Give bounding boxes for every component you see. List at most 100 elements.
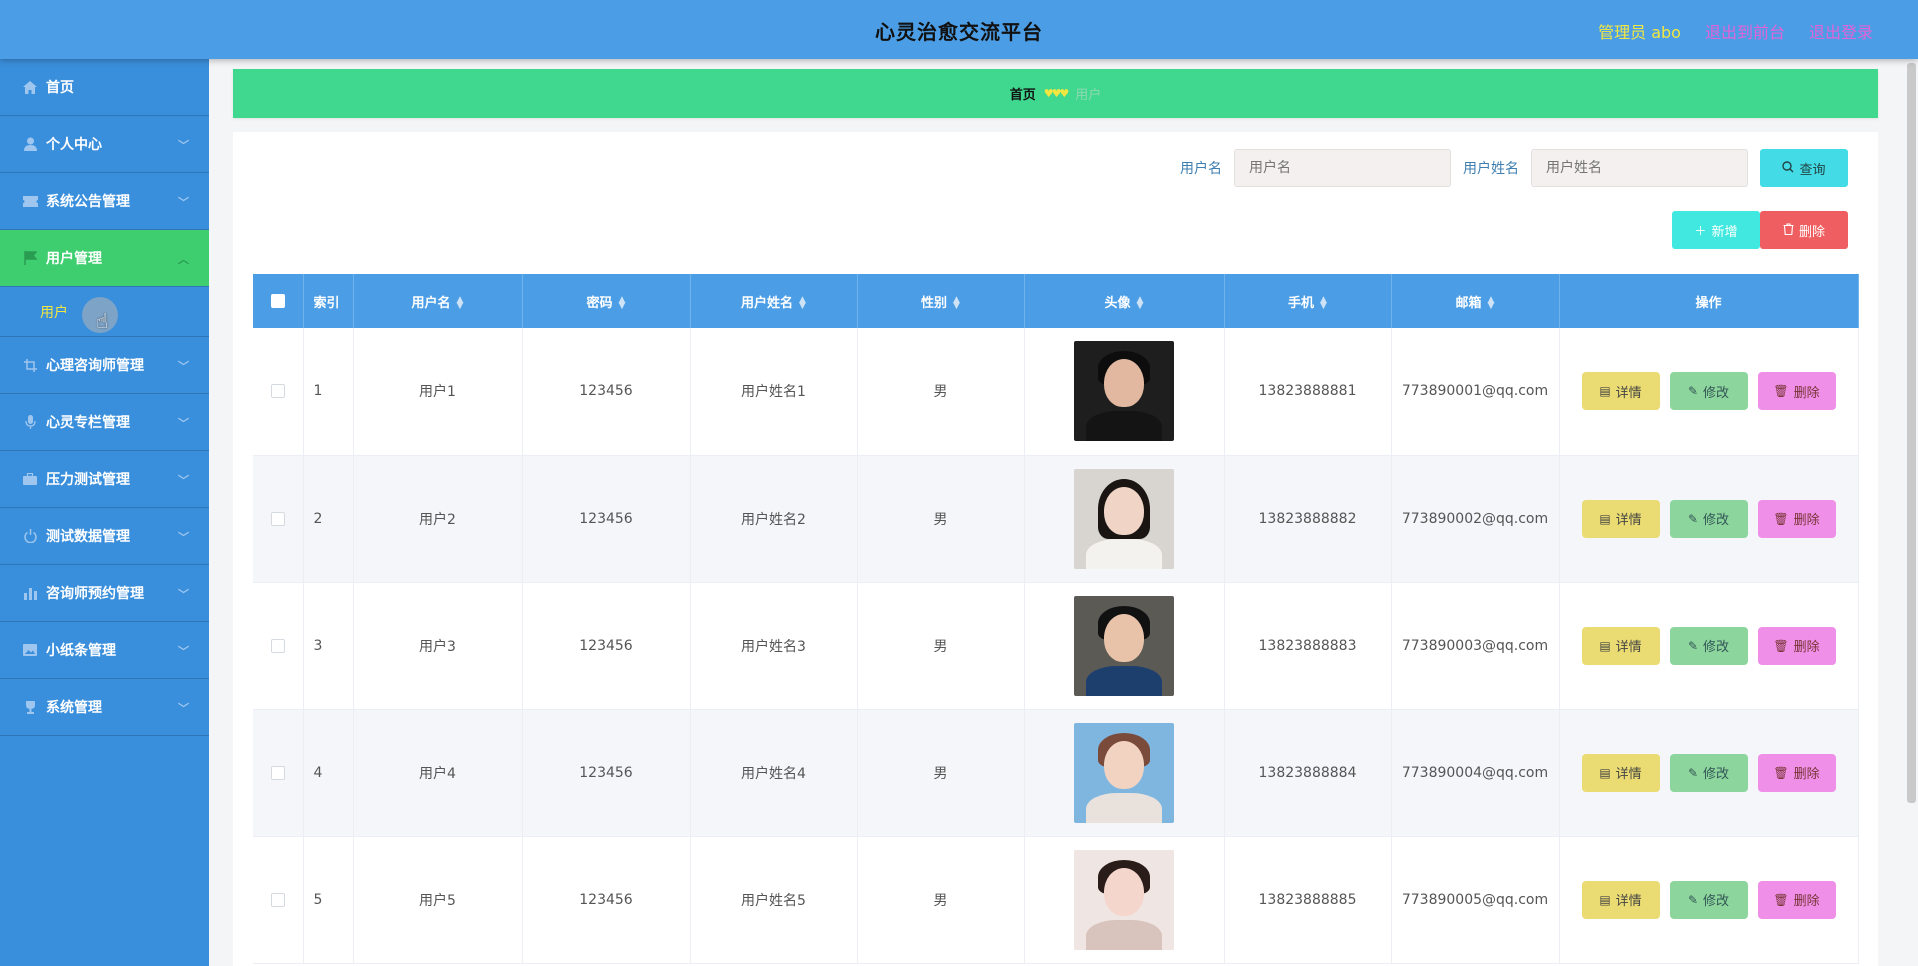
sort-icon[interactable]: ▲ ▼ [1137,296,1144,311]
toolbar: ＋ 新增 删除 [1672,211,1848,249]
sidebar-item-column[interactable]: 心灵专栏管理 ﹀ [0,394,209,451]
pencil-icon: ✎ [1687,638,1699,653]
column-header-email[interactable]: 邮箱 ▲ ▼ [1391,274,1560,328]
remove-button[interactable]: 🗑 删除 [1757,626,1836,665]
trash-icon: 🗑 [1773,765,1789,780]
sidebar-item-notice[interactable]: 系统公告管理 ﹀ [0,173,209,230]
cell-password: 123456 [522,582,691,710]
row-select-cell [253,709,304,837]
avatar-image[interactable] [1074,468,1174,569]
cell-name: 用户姓名4 [690,709,858,837]
edit-button-label: 修改 [1703,894,1730,909]
column-header-password[interactable]: 密码 ▲ ▼ [522,274,691,328]
sidebar-item-counselor[interactable]: 心理咨询师管理 ﹀ [0,337,209,394]
sidebar-item-profile[interactable]: 个人中心 ﹀ [0,116,209,173]
search-form: 用户名 用户姓名 查询 [1180,149,1848,187]
cell-email: 773890003@qq.com [1391,582,1560,710]
cell-email: 773890005@qq.com [1391,836,1560,964]
avatar-image[interactable] [1074,722,1174,823]
flag-icon [22,250,38,266]
detail-button[interactable]: ▤ 详情 [1581,880,1660,919]
trash-icon: 🗑 [1773,384,1789,399]
row-checkbox[interactable] [270,638,285,653]
avatar-image[interactable] [1074,849,1174,950]
table-header-row: 索引 用户名 ▲ ▼ 密码 ▲ ▼ 用户姓名 ▲ ▼ 性别 ▲ ▼ 头像 ▲ ▼ 手机 ▲ ▼ 邮箱 ▲ ▼… [253,274,1859,328]
detail-button[interactable]: ▤ 详情 [1581,753,1660,792]
username-search-input[interactable] [1234,149,1451,187]
query-button[interactable]: 查询 [1760,149,1848,187]
row-checkbox[interactable] [270,384,285,399]
cell-avatar [1024,709,1225,837]
avatar-image[interactable] [1074,595,1174,696]
name-search-label: 用户姓名 [1463,161,1519,177]
cell-username: 用户1 [353,328,523,456]
row-checkbox[interactable] [270,892,285,907]
sort-icon[interactable]: ▲ ▼ [1320,296,1327,311]
detail-button[interactable]: ▤ 详情 [1581,372,1660,411]
select-all-checkbox[interactable] [270,294,285,308]
sidebar-item-label: 咨询师预约管理 [46,586,144,602]
sidebar-item-label: 系统公告管理 [46,194,130,210]
detail-button[interactable]: ▤ 详情 [1581,499,1660,538]
sidebar-item-label: 压力测试管理 [46,472,130,488]
column-header-label: 邮箱 [1455,295,1482,311]
column-header-phone[interactable]: 手机 ▲ ▼ [1224,274,1392,328]
remove-button[interactable]: 🗑 删除 [1757,753,1836,792]
sort-icon[interactable]: ▲ ▼ [619,296,626,311]
sort-icon[interactable]: ▲ ▼ [1488,296,1495,311]
cell-username: 用户2 [353,455,523,583]
sort-icon[interactable]: ▲ ▼ [799,296,806,311]
column-header-username[interactable]: 用户名 ▲ ▼ [353,274,523,328]
column-header-gender[interactable]: 性别 ▲ ▼ [857,274,1025,328]
edit-button-label: 修改 [1703,640,1730,655]
chevron-down-icon: ﹀ [178,531,189,544]
row-checkbox[interactable] [270,511,285,526]
remove-button[interactable]: 🗑 删除 [1757,499,1836,538]
search-icon [1782,160,1794,176]
row-actions: ▤ 详情 ✎ 修改 🗑 删除 [1560,372,1858,411]
row-actions: ▤ 详情 ✎ 修改 🗑 删除 [1560,626,1858,665]
edit-button[interactable]: ✎ 修改 [1669,626,1748,665]
sidebar-item-users[interactable]: 用户管理 ︿ [0,230,209,287]
edit-button[interactable]: ✎ 修改 [1669,753,1748,792]
sidebar-item-home[interactable]: 首页 [0,59,209,116]
sidebar-item-stress-test[interactable]: 压力测试管理 ﹀ [0,451,209,508]
detail-button[interactable]: ▤ 详情 [1581,626,1660,665]
row-checkbox[interactable] [270,765,285,780]
edit-button[interactable]: ✎ 修改 [1669,880,1748,919]
remove-button[interactable]: 🗑 删除 [1757,880,1836,919]
cell-password: 123456 [522,455,691,583]
cell-index: 2 [303,455,354,583]
table-row: 4 用户4 123456 用户姓名4 男 13823888884 7738900… [253,709,1859,837]
avatar-image[interactable] [1074,341,1174,442]
edit-button[interactable]: ✎ 修改 [1669,372,1748,411]
sidebar-item-system[interactable]: 系统管理 ﹀ [0,679,209,736]
home-icon [22,79,38,95]
name-search-input[interactable] [1531,149,1748,187]
detail-button-label: 详情 [1615,640,1642,655]
detail-button-label: 详情 [1615,385,1642,401]
vertical-scrollbar[interactable] [1907,63,1916,803]
edit-button[interactable]: ✎ 修改 [1669,499,1748,538]
sidebar-item-notes[interactable]: 小纸条管理 ﹀ [0,622,209,679]
add-button[interactable]: ＋ 新增 [1672,211,1760,249]
logout-link[interactable]: 退出登录 [1809,19,1873,43]
batch-delete-button[interactable]: 删除 [1760,211,1848,249]
column-header-name[interactable]: 用户姓名 ▲ ▼ [690,274,858,328]
table-row: 3 用户3 123456 用户姓名3 男 13823888883 7738900… [253,582,1859,710]
remove-button[interactable]: 🗑 删除 [1757,372,1836,411]
exit-to-front-link[interactable]: 退出到前台 [1705,19,1785,43]
chevron-down-icon: ﹀ [178,417,189,430]
sort-icon[interactable]: ▲ ▼ [457,296,464,311]
cell-index: 5 [303,836,354,964]
column-header-avatar[interactable]: 头像 ▲ ▼ [1024,274,1225,328]
picture-icon [22,642,38,658]
sidebar-subitem-user[interactable]: 用户 ☝ [0,287,209,337]
heart-separator-icon: ♥♥♥ [1043,87,1070,100]
sidebar-item-test-data[interactable]: 测试数据管理 ﹀ [0,508,209,565]
chevron-down-icon: ﹀ [178,645,189,658]
breadcrumb-home[interactable]: 首页 [1010,84,1036,103]
sidebar-item-appointment[interactable]: 咨询师预约管理 ﹀ [0,565,209,622]
sort-icon[interactable]: ▲ ▼ [953,296,960,311]
cell-password: 123456 [522,328,691,456]
